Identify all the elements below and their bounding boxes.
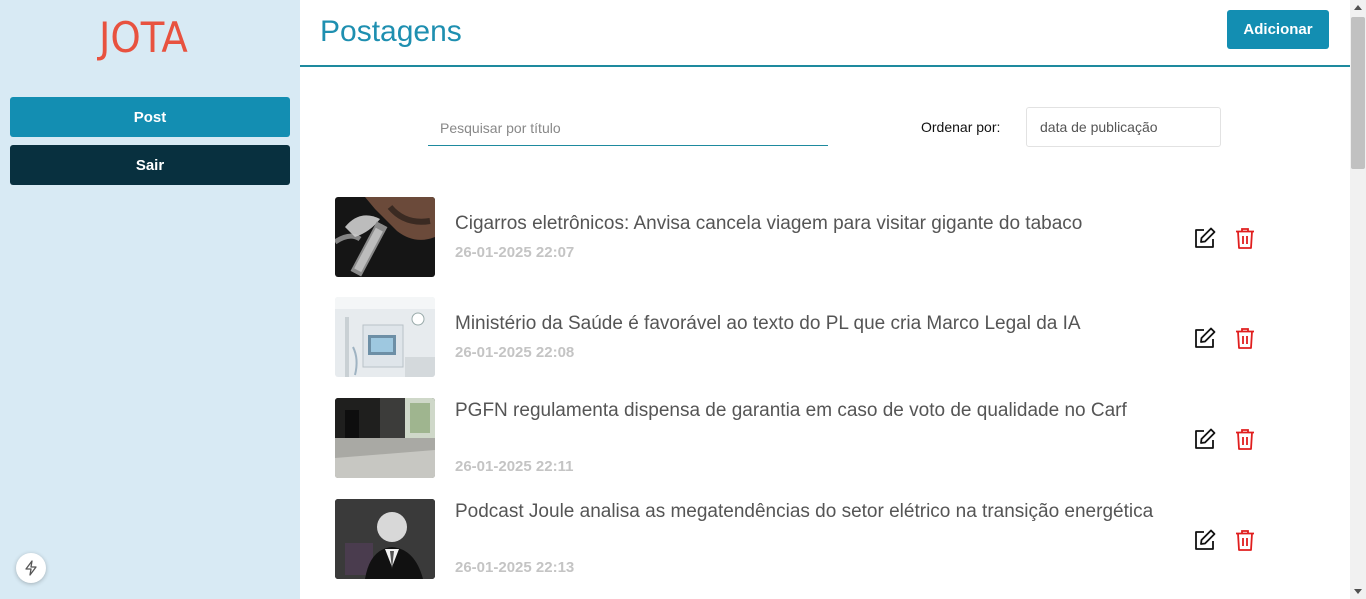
post-item: Ministério da Saúde é favorável ao texto… [335, 297, 1275, 377]
nav-post-button[interactable]: Post [10, 97, 290, 137]
post-title[interactable]: PGFN regulamenta dispensa de garantia em… [455, 397, 1155, 424]
main-content: Postagens Adicionar Pesquisar por título… [300, 0, 1350, 599]
order-value: data de publicação [1040, 119, 1158, 135]
post-item: Cigarros eletrônicos: Anvisa cancela via… [335, 197, 1275, 277]
post-thumbnail[interactable] [335, 197, 435, 277]
post-title[interactable]: Podcast Joule analisa as megatendências … [455, 498, 1155, 525]
post-thumbnail[interactable] [335, 499, 435, 579]
order-select[interactable]: data de publicação [1026, 107, 1221, 147]
post-title[interactable]: Cigarros eletrônicos: Anvisa cancela via… [455, 210, 1155, 237]
order-label: Ordenar por: [921, 119, 1001, 135]
post-thumbnail[interactable] [335, 297, 435, 377]
add-post-button[interactable]: Adicionar [1227, 10, 1329, 49]
trash-icon[interactable] [1233, 528, 1257, 552]
sidebar: JOTA Post Sair [0, 0, 300, 599]
post-item: PGFN regulamenta dispensa de garantia em… [335, 398, 1275, 478]
trash-icon[interactable] [1233, 427, 1257, 451]
edit-icon[interactable] [1193, 226, 1217, 250]
edit-icon[interactable] [1193, 528, 1217, 552]
scrollbar-thumb[interactable] [1351, 17, 1365, 169]
edit-icon[interactable] [1193, 326, 1217, 350]
search-input[interactable]: Pesquisar por título [428, 110, 828, 146]
jota-logo[interactable]: JOTA [99, 17, 188, 59]
bolt-icon[interactable] [16, 553, 46, 583]
post-date: 26-01-2025 22:07 [455, 244, 575, 261]
search-placeholder: Pesquisar por título [440, 119, 561, 136]
post-date: 26-01-2025 22:13 [455, 559, 575, 576]
scroll-up-arrow-icon[interactable] [1354, 5, 1362, 10]
scroll-down-arrow-icon[interactable] [1354, 589, 1362, 594]
post-item: Podcast Joule analisa as megatendências … [335, 499, 1275, 579]
post-date: 26-01-2025 22:11 [455, 458, 574, 475]
post-thumbnail[interactable] [335, 398, 435, 478]
header-divider [300, 65, 1350, 67]
post-date: 26-01-2025 22:08 [455, 344, 575, 361]
nav-sair-button[interactable]: Sair [10, 145, 290, 185]
post-title[interactable]: Ministério da Saúde é favorável ao texto… [455, 310, 1155, 337]
edit-icon[interactable] [1193, 427, 1217, 451]
page-title: Postagens [320, 15, 462, 48]
trash-icon[interactable] [1233, 226, 1257, 250]
trash-icon[interactable] [1233, 326, 1257, 350]
